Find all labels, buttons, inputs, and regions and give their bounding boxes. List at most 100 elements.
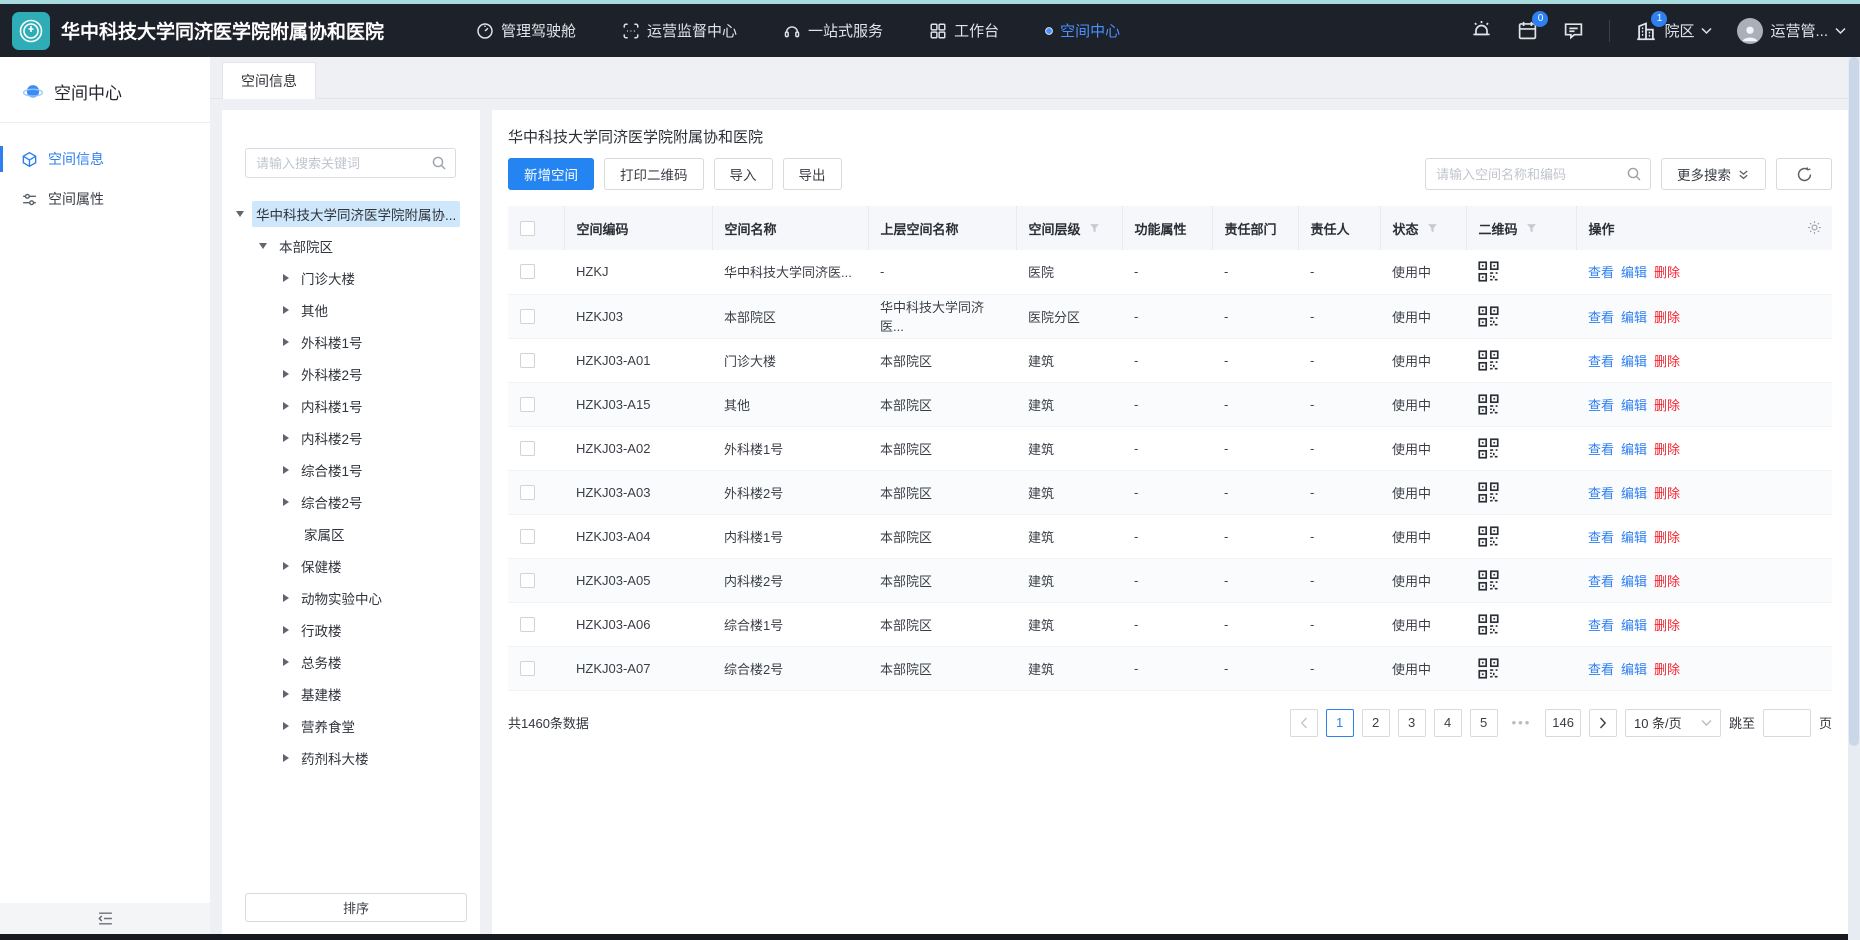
tree-node-14[interactable]: 行政楼 (222, 614, 480, 646)
delete-link[interactable]: 删除 (1654, 530, 1680, 545)
todo-calendar-icon[interactable]: 0 (1517, 20, 1538, 41)
alarm-icon[interactable] (1471, 20, 1492, 41)
caret-right-icon[interactable] (283, 562, 289, 570)
tree-node-1[interactable]: 华中科技大学同济医学院附属协... (222, 198, 480, 230)
caret-right-icon[interactable] (283, 402, 289, 410)
qr-code-icon[interactable] (1478, 261, 1564, 282)
caret-right-icon[interactable] (283, 338, 289, 346)
caret-right-icon[interactable] (283, 498, 289, 506)
qr-code-icon[interactable] (1478, 526, 1564, 547)
filter-icon[interactable] (1526, 223, 1537, 234)
qr-code-icon[interactable] (1478, 570, 1564, 591)
nav-item-4[interactable]: 工作台 (929, 20, 999, 41)
view-link[interactable]: 查看 (1588, 486, 1614, 501)
caret-right-icon[interactable] (283, 690, 289, 698)
row-checkbox[interactable] (520, 353, 535, 368)
page-scrollbar[interactable] (1848, 57, 1860, 940)
sidebar-item-2[interactable]: 空间属性 (0, 179, 210, 219)
tree-node-18[interactable]: 药剂科大楼 (222, 742, 480, 774)
page-size-select[interactable]: 10 条/页 (1625, 709, 1721, 737)
nav-item-3[interactable]: 一站式服务 (783, 20, 883, 41)
page-button-2[interactable]: 2 (1362, 709, 1390, 737)
qr-code-icon[interactable] (1478, 438, 1564, 459)
row-checkbox[interactable] (520, 573, 535, 588)
import-button[interactable]: 导入 (714, 158, 773, 190)
filter-icon[interactable] (1089, 223, 1100, 234)
caret-down-icon[interactable] (236, 211, 244, 217)
row-checkbox[interactable] (520, 617, 535, 632)
user-menu[interactable]: 运营管... (1737, 18, 1846, 44)
delete-link[interactable]: 删除 (1654, 574, 1680, 589)
caret-right-icon[interactable] (283, 594, 289, 602)
nav-item-1[interactable]: 管理驾驶舱 (476, 20, 576, 41)
add-space-button[interactable]: 新增空间 (508, 158, 594, 190)
tree-node-13[interactable]: 动物实验中心 (222, 582, 480, 614)
tree-node-6[interactable]: 外科楼2号 (222, 358, 480, 390)
page-button-1[interactable]: 1 (1326, 709, 1354, 737)
view-link[interactable]: 查看 (1588, 662, 1614, 677)
tree-node-15[interactable]: 总务楼 (222, 646, 480, 678)
column-settings-gear-icon[interactable] (1807, 220, 1822, 235)
view-link[interactable]: 查看 (1588, 354, 1614, 369)
row-checkbox[interactable] (520, 661, 535, 676)
caret-right-icon[interactable] (283, 370, 289, 378)
view-link[interactable]: 查看 (1588, 574, 1614, 589)
page-button-5[interactable]: 5 (1470, 709, 1498, 737)
tree-search-input[interactable] (245, 148, 456, 178)
row-checkbox[interactable] (520, 441, 535, 456)
tree-node-12[interactable]: 保健楼 (222, 550, 480, 582)
tree-node-10[interactable]: 综合楼2号 (222, 486, 480, 518)
table-search-input[interactable] (1425, 158, 1651, 190)
tree-node-9[interactable]: 综合楼1号 (222, 454, 480, 486)
edit-link[interactable]: 编辑 (1621, 354, 1647, 369)
caret-right-icon[interactable] (283, 754, 289, 762)
delete-link[interactable]: 删除 (1654, 618, 1680, 633)
message-icon[interactable] (1563, 20, 1584, 41)
print-qrcode-button[interactable]: 打印二维码 (604, 158, 704, 190)
qr-code-icon[interactable] (1478, 306, 1564, 327)
campus-switcher[interactable]: 1 院区 (1635, 20, 1712, 42)
tree-node-7[interactable]: 内科楼1号 (222, 390, 480, 422)
view-link[interactable]: 查看 (1588, 310, 1614, 325)
next-page-button[interactable] (1589, 709, 1617, 737)
prev-page-button[interactable] (1290, 709, 1318, 737)
caret-right-icon[interactable] (283, 466, 289, 474)
view-link[interactable]: 查看 (1588, 398, 1614, 413)
qr-code-icon[interactable] (1478, 658, 1564, 679)
more-search-button[interactable]: 更多搜索 (1661, 158, 1766, 190)
tree-node-16[interactable]: 基建楼 (222, 678, 480, 710)
page-button-4[interactable]: 4 (1434, 709, 1462, 737)
sidebar-item-1[interactable]: 空间信息 (0, 139, 210, 179)
caret-right-icon[interactable] (283, 434, 289, 442)
caret-right-icon[interactable] (283, 626, 289, 634)
row-checkbox[interactable] (520, 529, 535, 544)
tree-node-4[interactable]: 其他 (222, 294, 480, 326)
qr-code-icon[interactable] (1478, 614, 1564, 635)
edit-link[interactable]: 编辑 (1621, 398, 1647, 413)
tree-node-17[interactable]: 营养食堂 (222, 710, 480, 742)
edit-link[interactable]: 编辑 (1621, 618, 1647, 633)
edit-link[interactable]: 编辑 (1621, 574, 1647, 589)
caret-right-icon[interactable] (283, 274, 289, 282)
page-button-3[interactable]: 3 (1398, 709, 1426, 737)
edit-link[interactable]: 编辑 (1621, 265, 1647, 280)
export-button[interactable]: 导出 (783, 158, 842, 190)
delete-link[interactable]: 删除 (1654, 354, 1680, 369)
nav-item-2[interactable]: 运营监督中心 (622, 20, 737, 41)
qr-code-icon[interactable] (1478, 350, 1564, 371)
tree-node-8[interactable]: 内科楼2号 (222, 422, 480, 454)
refresh-button[interactable] (1776, 158, 1832, 190)
sidebar-collapse-button[interactable] (0, 903, 210, 934)
view-link[interactable]: 查看 (1588, 618, 1614, 633)
edit-link[interactable]: 编辑 (1621, 530, 1647, 545)
delete-link[interactable]: 删除 (1654, 398, 1680, 413)
filter-icon[interactable] (1427, 223, 1438, 234)
qr-code-icon[interactable] (1478, 394, 1564, 415)
row-checkbox[interactable] (520, 485, 535, 500)
tree-node-5[interactable]: 外科楼1号 (222, 326, 480, 358)
delete-link[interactable]: 删除 (1654, 486, 1680, 501)
edit-link[interactable]: 编辑 (1621, 486, 1647, 501)
caret-down-icon[interactable] (259, 243, 267, 249)
delete-link[interactable]: 删除 (1654, 442, 1680, 457)
view-link[interactable]: 查看 (1588, 530, 1614, 545)
